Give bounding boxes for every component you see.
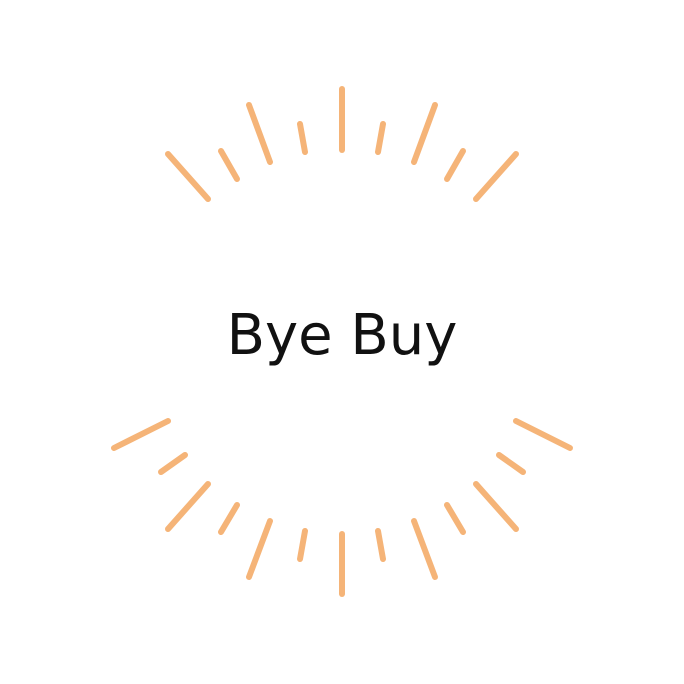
bottom-ray-11: [473, 481, 519, 532]
bottom-ray-3: [165, 481, 211, 532]
bottom-ray-10: [444, 502, 466, 535]
top-ray-2: [218, 148, 240, 182]
bottom-ray-4: [218, 502, 240, 535]
top-ray-1: [165, 151, 211, 202]
top-ray-9: [473, 151, 519, 202]
top-sunburst-rays: [165, 86, 519, 202]
bottom-ray-13: [513, 418, 573, 451]
bottom-sunburst-rays: [111, 418, 573, 597]
bottom-ray-12: [496, 452, 526, 475]
bottom-ray-6: [297, 528, 308, 562]
bottom-ray-9: [411, 518, 438, 580]
bottom-ray-5: [246, 518, 273, 580]
top-ray-4: [297, 121, 308, 155]
top-ray-3: [246, 102, 273, 165]
top-ray-6: [375, 121, 386, 155]
bottom-ray-8: [375, 528, 386, 562]
top-ray-7: [411, 102, 438, 165]
top-ray-8: [444, 148, 466, 182]
logo-canvas: Bye Buy: [0, 0, 684, 684]
bottom-ray-2: [158, 452, 188, 475]
bottom-ray-1: [111, 418, 171, 451]
brand-name: Bye Buy: [226, 303, 458, 368]
